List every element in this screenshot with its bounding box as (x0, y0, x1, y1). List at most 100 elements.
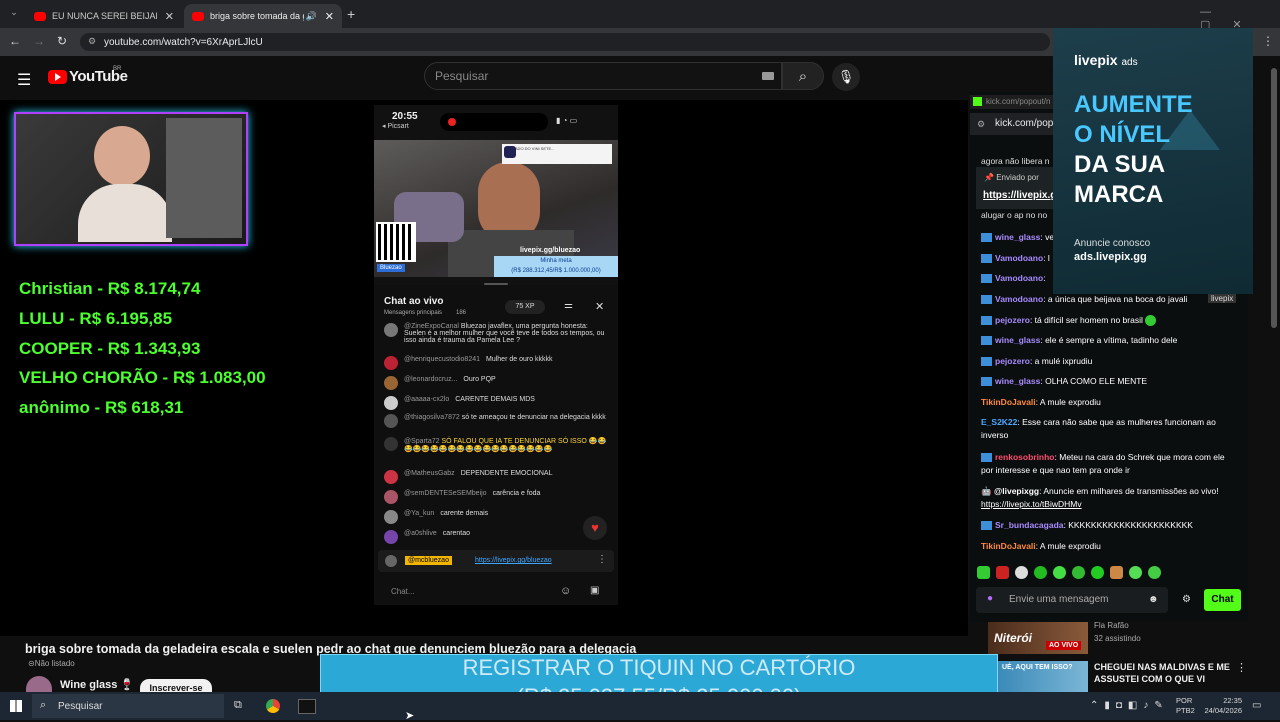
new-tab-icon[interactable]: + (347, 6, 355, 22)
chat-user[interactable]: E_S2K22 (981, 417, 1017, 427)
page-scrollbar[interactable] (1271, 68, 1277, 328)
tab-briga[interactable]: briga sobre tomada da gela... 🔊 ✕ (184, 4, 342, 28)
tab-eu-nunca[interactable]: EU NUNCA SEREI BEIJADO PEL... ✕ (26, 4, 182, 28)
heart-icon[interactable]: ♥ (583, 516, 607, 540)
kick-chat-input[interactable]: Envie uma mensagem (1009, 594, 1109, 605)
terminal-icon[interactable] (298, 699, 316, 714)
emote-icon[interactable] (1015, 566, 1028, 579)
windows-start-icon[interactable] (10, 700, 22, 712)
pinned-link[interactable]: https://livepix.gg/bluezao (475, 557, 552, 564)
emote-icon[interactable] (996, 566, 1009, 579)
chat-user[interactable]: Vamodoano (995, 294, 1043, 304)
qr-code-image (376, 222, 416, 262)
chat-subtitle[interactable]: Mensagens principais (384, 310, 442, 316)
reload-icon[interactable]: ↻ (57, 34, 67, 48)
url-field[interactable]: youtube.com/watch?v=6XrAprLJlcU (80, 33, 1050, 51)
drag-handle[interactable] (484, 283, 508, 285)
search-input[interactable]: Pesquisar (424, 62, 782, 90)
chat-user[interactable]: Sr_bundacagada (995, 520, 1064, 530)
chat-user[interactable]: Vamodoano (995, 253, 1043, 263)
tab-label: EU NUNCA SEREI BEIJADO PEL... (52, 11, 157, 21)
close-chat-icon[interactable]: ✕ (595, 300, 604, 313)
channel-name[interactable]: Wine glass 🍷 (60, 678, 134, 691)
emote-icon[interactable] (977, 566, 990, 579)
youtube-logo-icon[interactable] (48, 70, 67, 84)
close-tab-icon[interactable]: ✕ (165, 10, 174, 23)
subscribe-button[interactable]: Inscrever-se (140, 679, 212, 692)
visibility-label: ⊝Não listado (28, 659, 75, 668)
chat-user[interactable]: renkosobrinho (995, 452, 1055, 462)
forward-icon[interactable]: → (33, 34, 45, 48)
chat-user[interactable]: pejozero (995, 315, 1030, 325)
tray-icons[interactable]: ⌃▮◘◧♪✎ (1090, 700, 1169, 711)
live-badge: AO VIVO (1046, 641, 1082, 650)
ad-site[interactable]: ads.livepix.gg (1074, 251, 1147, 263)
browser-menu-icon[interactable]: ⋮ (1262, 34, 1274, 48)
chat-user[interactable]: @livepixgg (994, 486, 1039, 496)
chat-text: : a única que beijava na boca do javali (1043, 294, 1188, 304)
mic-icon[interactable]: ● (987, 593, 993, 604)
close-tab-icon[interactable]: ✕ (325, 10, 334, 23)
hamburger-menu-icon[interactable]: ☰ (17, 70, 31, 90)
chat-title: Chat ao vivo (384, 296, 444, 307)
xp-badge[interactable]: 75 XP (505, 300, 545, 314)
sent-by-text: Enviado por (996, 173, 1039, 182)
emote-icon[interactable] (1072, 566, 1085, 579)
emote-icon[interactable] (1148, 566, 1161, 579)
emote-icon[interactable] (1091, 566, 1104, 579)
more-icon[interactable]: ⋮ (1236, 661, 1247, 674)
phone-chat-input[interactable]: Chat... (384, 582, 552, 602)
chat-user[interactable]: wine_glass (995, 376, 1040, 386)
chat-user: @leonardocruz... (404, 376, 458, 383)
language-indicator[interactable]: POR PTB2 (1176, 696, 1195, 716)
side-channel[interactable]: Fla Rafão (1094, 621, 1129, 630)
donor-line: anônimo - R$ 618,31 (19, 398, 184, 417)
send-chat-button[interactable]: Chat (1204, 589, 1241, 611)
video-thumbnail[interactable]: UÉ, AQUI TEM ISSO? (998, 661, 1088, 692)
chat-user[interactable]: Vamodoano (995, 273, 1043, 283)
chat-user[interactable]: wine_glass (995, 232, 1040, 242)
emoji-icon[interactable]: ☺ (560, 585, 571, 597)
emoji-icon[interactable]: ☻ (1148, 594, 1159, 605)
emote-icon[interactable] (1053, 566, 1066, 579)
ad-headline: AUMENTE O NÍVEL DA SUA MARCA (1074, 90, 1193, 210)
phone-stream-video: SOLDADO DO VINI SETE... Bluezao livepix.… (374, 140, 618, 277)
chrome-icon[interactable] (266, 699, 280, 713)
tab-list-icon[interactable]: ⌄ (6, 7, 22, 21)
chat-text: carente demais (440, 510, 489, 517)
chat-user[interactable]: pejozero (995, 356, 1030, 366)
voice-search-button[interactable]: 🎙 (832, 63, 860, 91)
livepix-link[interactable]: https://livepix.to/tBiwDHMv (981, 499, 1082, 509)
chat-user[interactable]: TikinDoJavali (981, 397, 1036, 407)
avatar (384, 356, 398, 370)
chat-user[interactable]: TikinDoJavali (981, 541, 1036, 551)
more-icon[interactable]: ⋮ (597, 554, 607, 565)
emote-icon[interactable] (1034, 566, 1047, 579)
ad-headline-line: DA SUA (1074, 151, 1166, 178)
clock[interactable]: 22:35 24/04/2026 (1202, 696, 1242, 716)
list-item: @Ya_kun carente demais (384, 510, 608, 524)
site-info-icon[interactable]: ⚙ (977, 119, 985, 130)
site-info-icon[interactable]: ⚙ (88, 36, 96, 47)
emote-icon (1145, 315, 1157, 327)
side-title[interactable]: CHEGUEI NAS MALDIVAS E ME ASSUSTEI COM O… (1094, 661, 1232, 685)
badge-icon (981, 357, 992, 367)
speaker-icon[interactable]: 🔊 (306, 11, 317, 22)
super-chat-icon[interactable]: ▣ (590, 585, 599, 596)
task-view-icon[interactable]: ⧉ (234, 699, 242, 712)
chat-text: : (1043, 273, 1046, 283)
chat-user[interactable]: wine_glass (995, 335, 1040, 345)
taskbar-search[interactable]: Pesquisar (58, 701, 102, 712)
keyboard-icon[interactable] (762, 72, 774, 80)
badge-icon (981, 377, 992, 387)
search-button[interactable]: ⌕ (782, 62, 824, 90)
notifications-icon[interactable]: ▭ (1252, 700, 1261, 711)
back-icon[interactable]: ← (9, 34, 21, 48)
filter-icon[interactable]: ⚌ (564, 300, 573, 311)
ad-headline-line: O NÍVEL (1074, 121, 1171, 148)
settings-gear-icon[interactable]: ⚙ (1182, 594, 1191, 605)
emote-icon[interactable] (1110, 566, 1123, 579)
pinned-link[interactable]: https://livepix.gg (983, 190, 1062, 201)
emote-icon[interactable] (1129, 566, 1142, 579)
chat-text: : Anuncie em milhares de transmissões ao… (1039, 486, 1219, 496)
